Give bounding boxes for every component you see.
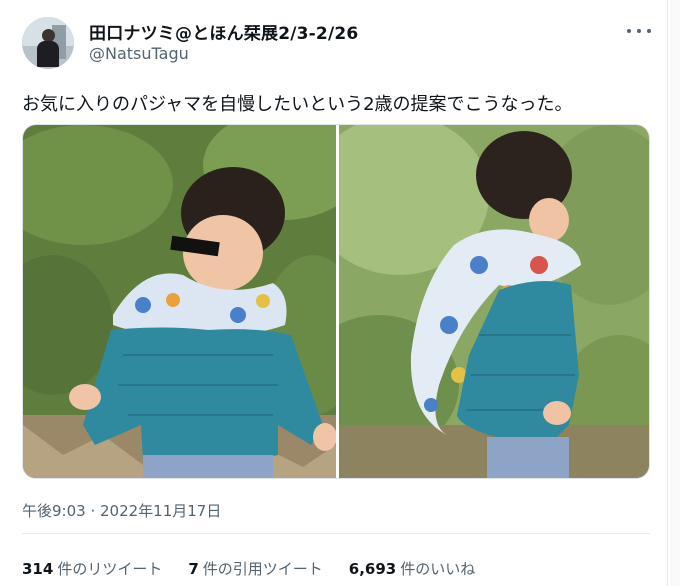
tweet-text: お気に入りのパジャマを自慢したいという2歳の提案でこうなった。 (22, 94, 573, 115)
retweet-label: 件のリツイート (57, 560, 163, 578)
tweet-timestamp[interactable]: 午後9:03 · 2022年11月17日 (22, 500, 221, 521)
more-options-icon[interactable] (627, 22, 651, 40)
engagement-stats: 314 件のリツイート 7 件の引用ツイート 6,693 件のいいね (22, 558, 475, 579)
scrollbar[interactable] (670, 0, 680, 586)
author-avatar[interactable] (22, 17, 74, 69)
divider (22, 533, 650, 534)
retweet-stat[interactable]: 314 件のリツイート (22, 558, 162, 579)
quote-tweet-stat[interactable]: 7 件の引用ツイート (188, 558, 322, 579)
media-photo-2[interactable] (339, 125, 649, 478)
media-grid (22, 124, 650, 479)
media-photo-1[interactable] (23, 125, 336, 478)
author-display-name[interactable]: 田口ナツミ@とほん栞展2/3-2/26 (89, 19, 358, 44)
quote-tweet-count: 7 (188, 560, 199, 578)
like-count: 6,693 (348, 560, 397, 578)
tweet-card: 田口ナツミ@とほん栞展2/3-2/26 @NatsuTagu お気に入りのパジャ… (0, 0, 668, 586)
like-label: 件のいいね (400, 560, 476, 578)
like-stat[interactable]: 6,693 件のいいね (349, 558, 475, 579)
author-handle[interactable]: @NatsuTagu (89, 44, 189, 63)
quote-tweet-label: 件の引用ツイート (202, 560, 323, 578)
retweet-count: 314 (22, 560, 54, 578)
